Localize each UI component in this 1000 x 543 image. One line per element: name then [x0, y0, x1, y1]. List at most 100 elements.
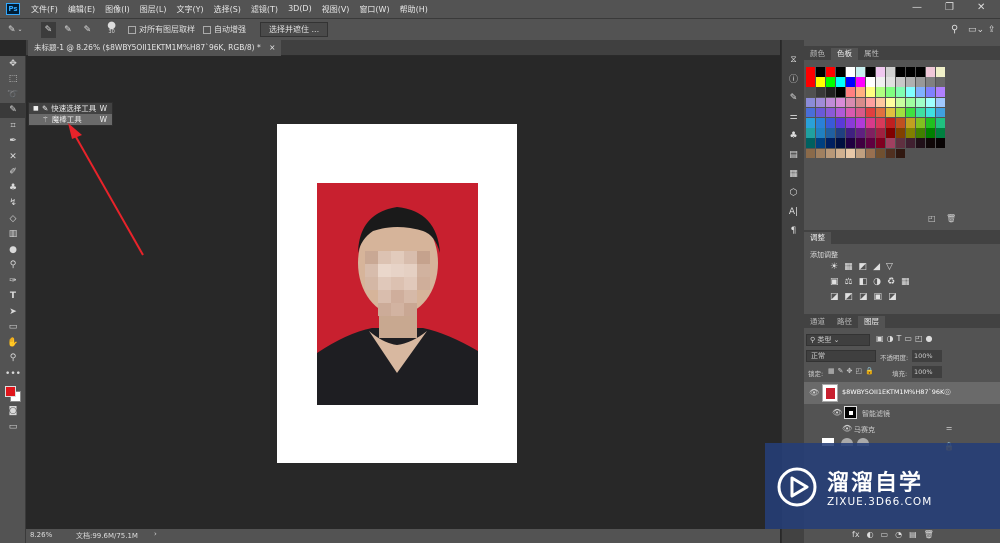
- color-swatch[interactable]: [865, 77, 876, 87]
- color-swatch[interactable]: [835, 138, 846, 148]
- color-swatch[interactable]: [915, 67, 926, 77]
- color-swatch[interactable]: [845, 87, 856, 97]
- color-swatch[interactable]: [825, 128, 836, 138]
- color-swatch[interactable]: [815, 67, 826, 77]
- adjustment-icon[interactable]: ◩: [859, 262, 868, 277]
- menu-item[interactable]: 文字(Y): [171, 4, 208, 15]
- color-swatch[interactable]: [825, 77, 836, 87]
- layer-action-icon[interactable]: fx: [852, 530, 860, 539]
- color-swatch[interactable]: [915, 138, 926, 148]
- adjustment-icon[interactable]: ◪: [859, 292, 868, 307]
- subtract-from-selection-mode-button[interactable]: ✎: [80, 22, 96, 38]
- type-tool[interactable]: T: [0, 289, 26, 305]
- color-swatch[interactable]: [935, 77, 946, 87]
- eraser-tool[interactable]: ◇: [0, 211, 26, 227]
- color-swatch[interactable]: [875, 138, 886, 148]
- color-swatch[interactable]: [905, 107, 916, 118]
- color-swatch[interactable]: [865, 117, 876, 128]
- color-picker[interactable]: [0, 382, 26, 404]
- color-swatch[interactable]: [835, 148, 846, 159]
- document-tab[interactable]: 未标题-1 @ 8.26% ($8WBY5OII1EKTM1M%H87`96K,…: [28, 40, 282, 56]
- color-swatch[interactable]: [935, 97, 946, 108]
- adjustment-icon[interactable]: ◪: [888, 292, 897, 307]
- color-swatch[interactable]: [865, 128, 876, 138]
- color-swatch[interactable]: [806, 67, 816, 77]
- menu-item[interactable]: 文件(F): [26, 4, 63, 15]
- eyedropper-tool[interactable]: ✒: [0, 134, 26, 150]
- adjustment-icon[interactable]: ◑: [873, 277, 881, 292]
- color-swatch[interactable]: [925, 67, 936, 77]
- color-swatch[interactable]: [845, 138, 856, 148]
- color-swatch[interactable]: [845, 117, 856, 128]
- adjustment-icon[interactable]: ♻: [887, 277, 895, 292]
- sample-all-layers-checkbox[interactable]: [127, 25, 136, 34]
- filter-options-icon[interactable]: ⚌: [946, 424, 952, 432]
- color-swatch[interactable]: [885, 117, 896, 128]
- color-swatch[interactable]: [835, 117, 846, 128]
- zoom-tool[interactable]: ⚲: [0, 351, 26, 367]
- color-swatch[interactable]: [845, 107, 856, 118]
- color-swatch[interactable]: [925, 77, 936, 87]
- layer-row-selected[interactable]: 👁 $8WBY5OII1EKTM1M%H87`96K ◎: [804, 382, 1000, 404]
- color-swatch[interactable]: [875, 148, 886, 159]
- color-swatch[interactable]: [905, 138, 916, 148]
- color-swatch[interactable]: [895, 97, 906, 108]
- color-swatch[interactable]: [845, 97, 856, 108]
- color-swatch[interactable]: [905, 117, 916, 128]
- color-swatch[interactable]: [935, 87, 946, 97]
- adjustment-icon[interactable]: ◩: [845, 292, 854, 307]
- new-selection-mode-button[interactable]: ✎: [40, 21, 57, 38]
- color-swatch[interactable]: [835, 67, 846, 77]
- color-swatch[interactable]: [895, 77, 906, 87]
- color-swatch[interactable]: [855, 77, 866, 87]
- move-tool[interactable]: ✥: [0, 56, 26, 72]
- color-swatch[interactable]: [935, 138, 946, 148]
- tab-layers[interactable]: 图层: [858, 316, 885, 328]
- color-swatch[interactable]: [845, 67, 856, 77]
- color-swatch[interactable]: [855, 97, 866, 108]
- quick-mask-button[interactable]: ◙: [0, 404, 26, 420]
- share-icon[interactable]: ⇪: [988, 25, 996, 35]
- color-swatch[interactable]: [915, 87, 926, 97]
- layer-action-icon[interactable]: 🗑: [924, 530, 934, 539]
- color-swatch[interactable]: [915, 128, 926, 138]
- history-brush-tool[interactable]: ↯: [0, 196, 26, 212]
- menu-item[interactable]: 图层(L): [135, 4, 172, 15]
- color-swatch[interactable]: [806, 138, 816, 148]
- adjustment-icon[interactable]: ◢: [873, 262, 880, 277]
- color-swatch[interactable]: [875, 117, 886, 128]
- color-swatch[interactable]: [905, 77, 916, 87]
- color-swatch[interactable]: [885, 77, 896, 87]
- color-swatch[interactable]: [815, 77, 826, 87]
- menu-item[interactable]: 帮助(H): [395, 4, 433, 15]
- color-swatch[interactable]: [895, 128, 906, 138]
- color-swatch[interactable]: [806, 87, 816, 97]
- color-swatch[interactable]: [815, 128, 826, 138]
- visibility-eye-icon[interactable]: 👁: [809, 388, 819, 397]
- color-swatch[interactable]: [865, 67, 876, 77]
- color-swatch[interactable]: [865, 148, 876, 159]
- tool-preset-picker[interactable]: ✎ ⌄: [4, 22, 27, 38]
- adjustment-icon[interactable]: ▽: [886, 262, 893, 277]
- color-swatch[interactable]: [875, 67, 886, 77]
- paragraph-panel-icon[interactable]: ¶: [782, 221, 805, 240]
- menu-item[interactable]: 滤镜(T): [246, 4, 283, 15]
- color-swatch[interactable]: [895, 107, 906, 118]
- color-swatch[interactable]: [825, 148, 836, 159]
- color-swatch[interactable]: [855, 87, 866, 97]
- color-swatch[interactable]: [935, 67, 946, 77]
- adjustment-icon[interactable]: ▦: [901, 277, 910, 292]
- color-swatch[interactable]: [915, 107, 926, 118]
- tab-channels[interactable]: 通道: [804, 316, 831, 328]
- hand-tool[interactable]: ✋: [0, 335, 26, 351]
- color-swatch[interactable]: [845, 128, 856, 138]
- color-swatch[interactable]: [855, 67, 866, 77]
- color-swatch[interactable]: [825, 138, 836, 148]
- tab-swatches[interactable]: 色板: [831, 48, 858, 60]
- close-tab-icon[interactable]: ×: [269, 43, 275, 52]
- workspace-switcher-icon[interactable]: ▭⌄: [968, 25, 984, 35]
- color-swatch[interactable]: [925, 97, 936, 108]
- color-swatch[interactable]: [895, 148, 906, 159]
- color-swatch[interactable]: [835, 87, 846, 97]
- color-swatch[interactable]: [835, 97, 846, 108]
